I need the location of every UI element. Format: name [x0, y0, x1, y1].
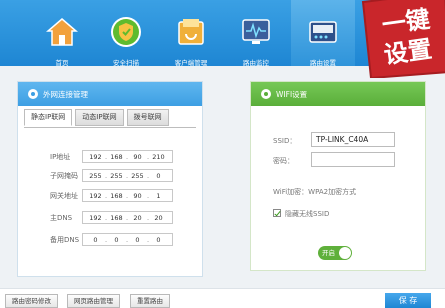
tab-pppoe[interactable]: 拨号联网 [126, 109, 169, 126]
toggle-knob [339, 247, 351, 259]
home-icon [46, 18, 78, 46]
ip-address-row: IP地址 192. 168. 90. 210 [18, 150, 204, 163]
wifi-toggle[interactable]: 开启 [318, 246, 352, 260]
nav-item-home[interactable]: 首页 [30, 0, 94, 67]
nav-item-router-monitor[interactable]: 路由监控 [224, 0, 288, 67]
router-settings-icon [309, 21, 337, 43]
octet[interactable]: 0 [150, 236, 167, 244]
octet[interactable]: 0 [150, 172, 167, 180]
encryption-text: WiFi加密：WPA2加密方式 [273, 188, 357, 196]
octet[interactable]: 192 [87, 192, 104, 200]
gateway-row: 网关地址 192. 168. 90. 1 [18, 189, 204, 202]
wan-panel-header: 外网连接管理 [18, 82, 202, 106]
password-label: 密码： [273, 157, 294, 165]
octet[interactable]: 90 [129, 192, 146, 200]
primary-dns-row: 主DNS 192. 168. 20. 20 [18, 211, 204, 224]
bottom-bar: 路由密码修改 网页路由管理 重置路由 [0, 288, 445, 308]
octet[interactable]: 168 [108, 153, 125, 161]
nav-label: 路由监控 [243, 59, 269, 67]
octet[interactable]: 20 [150, 214, 167, 222]
octet[interactable]: 210 [150, 153, 167, 161]
hide-ssid-label: 隐藏无线SSID [285, 210, 330, 218]
tab-dynamic-ip[interactable]: 动态IP联网 [75, 109, 124, 126]
secondary-dns-row: 备用DNS 0. 0. 0. 0 [18, 233, 204, 246]
hide-ssid-checkbox[interactable] [273, 209, 281, 217]
octet[interactable]: 255 [129, 172, 146, 180]
octet[interactable]: 192 [87, 153, 104, 161]
ip-address-label: IP地址 [50, 152, 71, 161]
nav-label: 首页 [55, 59, 69, 67]
globe-icon [28, 89, 38, 99]
nav-item-security-scan[interactable]: 安全扫描 [94, 0, 158, 67]
octet[interactable]: 20 [129, 214, 146, 222]
change-router-password-button[interactable]: 路由密码修改 [5, 294, 58, 308]
primary-dns-label: 主DNS [50, 213, 73, 222]
gateway-input[interactable]: 192. 168. 90. 1 [82, 189, 173, 202]
wifi-icon [261, 89, 271, 99]
secondary-dns-label: 备用DNS [50, 235, 80, 244]
octet[interactable]: 0 [129, 236, 146, 244]
subnet-mask-row: 子网掩码 255. 255. 255. 0 [18, 169, 204, 182]
nav-label: 安全扫描 [113, 59, 139, 67]
gateway-label: 网关地址 [50, 191, 78, 200]
wifi-panel-header: WIFI设置 [251, 82, 425, 106]
ssid-label: SSID： [273, 137, 297, 145]
octet[interactable]: 255 [108, 172, 125, 180]
monitor-icon [242, 19, 270, 44]
web-router-management-button[interactable]: 网页路由管理 [67, 294, 120, 308]
secondary-dns-input[interactable]: 0. 0. 0. 0 [82, 233, 173, 246]
wan-tabs: 静态IP联网 动态IP联网 拨号联网 [18, 109, 202, 127]
octet[interactable]: 0 [87, 236, 104, 244]
nav-label: 路由设置 [310, 59, 336, 67]
reset-router-button[interactable]: 重置路由 [130, 294, 170, 308]
wifi-panel: WIFI设置 [250, 81, 426, 271]
octet[interactable]: 90 [129, 153, 146, 161]
tab-static-ip[interactable]: 静态IP联网 [24, 109, 73, 126]
nav-label: 客户端管理 [174, 59, 208, 67]
octet[interactable]: 192 [87, 214, 104, 222]
octet[interactable]: 168 [108, 214, 125, 222]
subnet-mask-label: 子网掩码 [50, 171, 78, 180]
folder-icon [178, 19, 204, 45]
nav-item-router-settings[interactable]: 路由设置 [291, 0, 355, 67]
octet[interactable]: 0 [108, 236, 125, 244]
nav-item-client-management[interactable]: 客户端管理 [159, 0, 223, 67]
save-button[interactable]: 保 存 [385, 293, 431, 308]
subnet-mask-input[interactable]: 255. 255. 255. 0 [82, 169, 173, 182]
ssid-input[interactable]: TP-LINK_C40A [311, 132, 395, 147]
one-key-setting-ribbon[interactable]: 一键 设置 [357, 0, 445, 78]
ip-address-input[interactable]: 192. 168. 90. 210 [82, 150, 173, 163]
toggle-label: 开启 [322, 249, 335, 257]
octet[interactable]: 255 [87, 172, 104, 180]
tab-divider [24, 127, 196, 128]
octet[interactable]: 1 [150, 192, 167, 200]
wifi-panel-title: WIFI设置 [276, 89, 308, 99]
octet[interactable]: 168 [108, 192, 125, 200]
wan-panel: 外网连接管理 静态IP联网 动态IP联网 拨号联网 IP地址 192. 168.… [17, 81, 203, 277]
shield-icon [111, 17, 141, 47]
password-input[interactable] [311, 152, 395, 167]
wan-panel-title: 外网连接管理 [43, 89, 88, 99]
primary-dns-input[interactable]: 192. 168. 20. 20 [82, 211, 173, 224]
